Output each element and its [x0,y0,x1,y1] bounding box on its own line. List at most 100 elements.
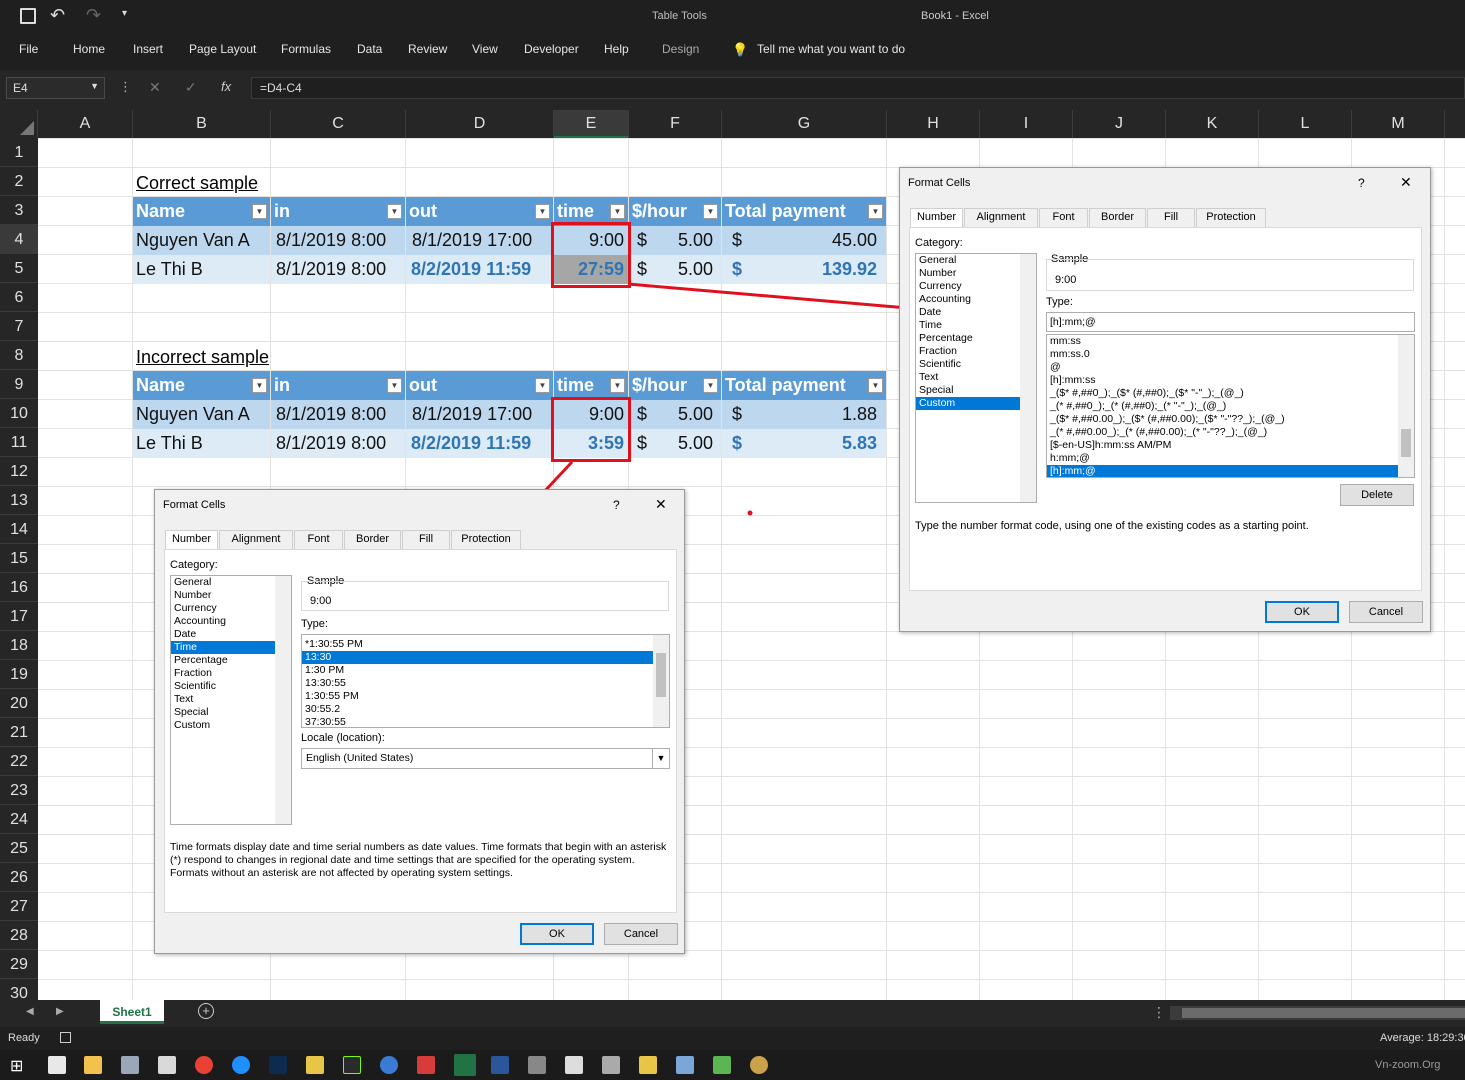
word-icon[interactable] [491,1056,509,1074]
cancel-button[interactable]: Cancel [1349,601,1423,623]
tab-alignment[interactable]: Alignment [219,530,293,549]
list-item[interactable]: Time [916,319,1036,332]
list-item[interactable]: @ [1047,361,1414,374]
tab-border[interactable]: Border [344,530,401,549]
list-item[interactable]: _($* #,##0.00_);_($* (#,##0.00);_($* "-"… [1047,413,1414,426]
list-item[interactable]: Custom [171,719,291,732]
security-shield-icon[interactable] [121,1056,139,1074]
list-item[interactable]: Currency [171,602,291,615]
horizontal-scrollbar[interactable] [1170,1006,1465,1020]
macro-record-icon[interactable] [60,1032,71,1043]
app-icon[interactable] [528,1056,546,1074]
scrollbar-thumb[interactable] [1401,429,1411,457]
tab-fill[interactable]: Fill [1147,208,1195,227]
cancel-button[interactable]: Cancel [604,923,678,945]
tab-font[interactable]: Font [294,530,343,549]
list-item[interactable]: _(* #,##0_);_(* (#,##0);_(* "-"_);_(@_) [1047,400,1414,413]
terminal-icon[interactable] [343,1056,361,1074]
sheet-tab-sheet1[interactable]: Sheet1 [100,1000,164,1024]
locale-select[interactable]: English (United States) ▼ [301,748,670,769]
tab-fill[interactable]: Fill [402,530,450,549]
next-sheet-icon[interactable]: ▶ [56,1006,64,1017]
list-item[interactable]: [$-en-US]h:mm:ss AM/PM [1047,439,1414,452]
scrollbar-thumb[interactable] [656,653,666,697]
paint-icon[interactable] [750,1056,768,1074]
list-item[interactable]: General [916,254,1036,267]
list-item[interactable]: Percentage [916,332,1036,345]
list-item[interactable]: 1:30 PM [302,664,669,677]
globe-icon[interactable] [380,1056,398,1074]
windows-start-icon[interactable]: ⊞ [10,1056,23,1076]
chrome-icon[interactable] [195,1056,213,1074]
list-item[interactable]: Percentage [171,654,291,667]
tab-border[interactable]: Border [1089,208,1146,227]
file-explorer-icon[interactable] [84,1056,102,1074]
tab-protection[interactable]: Protection [1196,208,1266,227]
category-list[interactable]: General Number Currency Accounting Date Time P… [170,575,292,825]
type-input[interactable]: [h]:mm;@ [1046,312,1415,332]
bag-icon[interactable] [565,1056,583,1074]
list-item[interactable]: 13:30:55 [302,677,669,690]
delete-button[interactable]: Delete [1340,484,1414,506]
scrollbar[interactable] [1020,254,1036,502]
list-item[interactable]: Scientific [171,680,291,693]
list-item[interactable]: 37:30:55 [302,716,669,727]
list-item[interactable]: Fraction [916,345,1036,358]
list-item[interactable]: Text [171,693,291,706]
store-icon[interactable] [158,1056,176,1074]
scrollbar[interactable] [275,576,291,824]
list-item[interactable]: _(* #,##0.00_);_(* (#,##0.00);_(* "-"??_… [1047,426,1414,439]
list-item[interactable]: Number [916,267,1036,280]
add-sheet-icon[interactable]: + [198,1003,214,1019]
help-icon[interactable]: ? [1358,176,1365,190]
edge-icon[interactable] [232,1056,250,1074]
list-item[interactable]: Fraction [171,667,291,680]
list-item[interactable]: Accounting [916,293,1036,306]
list-item[interactable]: h:mm;@ [1047,452,1414,465]
chevron-down-icon[interactable]: ▼ [652,749,669,768]
keyboard-icon[interactable] [676,1056,694,1074]
tab-number[interactable]: Number [910,208,963,227]
scrollbar[interactable] [1398,335,1414,477]
close-icon[interactable]: ✕ [1400,174,1412,191]
list-item[interactable]: Custom [916,397,1036,410]
list-item[interactable]: Currency [916,280,1036,293]
tab-protection[interactable]: Protection [451,530,521,549]
list-item[interactable]: _($* #,##0_);_($* (#,##0);_($* "-"_);_(@… [1047,387,1414,400]
type-list[interactable]: *1:30:55 PM 13:30 1:30 PM 13:30:55 1:30:55 P… [301,634,670,728]
ok-button[interactable]: OK [520,923,594,945]
scrollbar-thumb[interactable] [1182,1008,1465,1018]
list-item[interactable]: mm:ss [1047,335,1414,348]
list-item[interactable]: mm:ss.0 [1047,348,1414,361]
list-item[interactable]: Time [171,641,291,654]
ok-button[interactable]: OK [1265,601,1339,623]
list-item[interactable]: [h]:mm:ss [1047,374,1414,387]
category-list[interactable]: General Number Currency Accounting Date Time P… [915,253,1037,503]
list-item[interactable]: Text [916,371,1036,384]
list-item[interactable]: Date [916,306,1036,319]
prev-sheet-icon[interactable]: ◀ [26,1006,34,1017]
tab-number[interactable]: Number [165,530,218,549]
scrollbar[interactable] [653,635,669,727]
list-item[interactable]: 13:30 [302,651,669,664]
list-item[interactable]: Date [171,628,291,641]
list-item[interactable]: General [171,576,291,589]
list-item[interactable]: [h]:mm;@ [1047,465,1414,477]
archive-icon[interactable] [639,1056,657,1074]
list-item[interactable]: Special [171,706,291,719]
tab-alignment[interactable]: Alignment [964,208,1038,227]
type-list[interactable]: mm:ss mm:ss.0 @ [h]:mm:ss _($* #,##0_);_($* … [1046,334,1415,478]
photoshop-icon[interactable] [269,1056,287,1074]
list-item[interactable]: Number [171,589,291,602]
list-item[interactable]: Scientific [916,358,1036,371]
list-item[interactable]: *1:30:55 PM [302,638,669,651]
tab-font[interactable]: Font [1039,208,1088,227]
help-icon[interactable]: ? [613,498,620,512]
excel-icon[interactable] [454,1054,476,1076]
close-icon[interactable]: ✕ [655,496,667,513]
list-item[interactable]: Accounting [171,615,291,628]
mail-icon[interactable] [48,1056,66,1074]
list-item[interactable]: 30:55.2 [302,703,669,716]
books-icon[interactable] [713,1056,731,1074]
media-icon[interactable] [602,1056,620,1074]
